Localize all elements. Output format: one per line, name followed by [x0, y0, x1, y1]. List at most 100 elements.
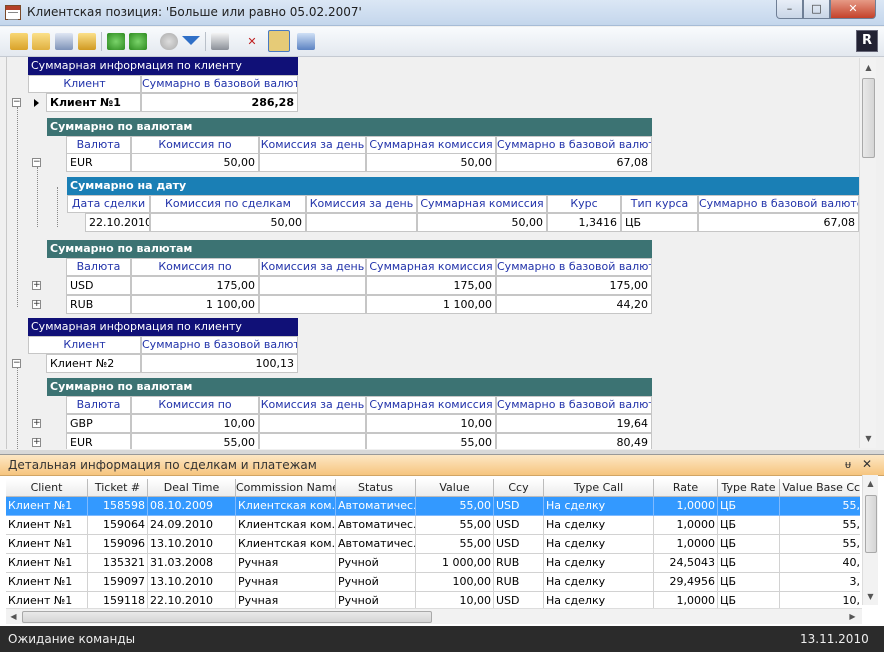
column-header-day-commission[interactable]: Комиссия за день [306, 195, 417, 213]
day-commission-cell[interactable] [306, 213, 417, 232]
client1-name[interactable]: Клиент №1 [46, 93, 141, 112]
cell-ccy[interactable]: USD [494, 516, 544, 535]
cell-type-rate[interactable]: ЦБ [718, 573, 780, 592]
cell-type-rate[interactable]: ЦБ [718, 535, 780, 554]
scroll-up-icon[interactable]: ▲ [864, 477, 877, 490]
day-commission-cell[interactable] [259, 153, 366, 172]
column-header-deal-date[interactable]: Дата сделки [67, 195, 150, 213]
clear-filter-icon[interactable]: ✕ [243, 33, 261, 50]
day-commission-cell[interactable] [259, 295, 366, 314]
rate-type-cell[interactable]: ЦБ [621, 213, 698, 232]
base-sum-cell[interactable]: 67,08 [496, 153, 652, 172]
cell-type-rate[interactable]: ЦБ [718, 497, 780, 516]
cell-type-call[interactable]: На сделку [544, 516, 654, 535]
folder-icon[interactable] [32, 33, 50, 50]
scroll-thumb[interactable] [22, 611, 432, 623]
total-commission-cell[interactable]: 1 100,00 [366, 295, 496, 314]
expand-usd-icon[interactable]: + [32, 281, 41, 290]
column-header-base-sum[interactable]: Суммарно в базовой валюте [496, 396, 652, 414]
cell-commission-name[interactable]: Клиентская ком... [236, 535, 336, 554]
base-sum-cell[interactable]: 175,00 [496, 276, 652, 295]
column-header-ticket[interactable]: Ticket # [88, 479, 148, 497]
cell-value[interactable]: 100,00 [416, 573, 494, 592]
base-sum-cell[interactable]: 19,64 [496, 414, 652, 433]
column-header-currency[interactable]: Валюта [66, 258, 131, 276]
scroll-thumb[interactable] [862, 78, 875, 158]
cell-status[interactable]: Ручной [336, 573, 416, 592]
refresh-icon[interactable] [107, 33, 125, 50]
export-icon[interactable] [297, 33, 315, 50]
cell-value[interactable]: 1 000,00 [416, 554, 494, 573]
column-header-type-call[interactable]: Type Call [544, 479, 654, 497]
cell-deal-time[interactable]: 13.10.2010 [148, 535, 236, 554]
cell-ticket[interactable]: 158598 [88, 497, 148, 516]
cell-ticket[interactable]: 159096 [88, 535, 148, 554]
cell-rate[interactable]: 1,0000 [654, 535, 718, 554]
cell-value-base[interactable]: 40,8 [780, 554, 860, 573]
cell-ticket[interactable]: 135321 [88, 554, 148, 573]
cell-value-base[interactable]: 3,3 [780, 573, 860, 592]
client2-base-sum[interactable]: 100,13 [141, 354, 298, 373]
filter-icon[interactable] [182, 36, 200, 45]
currency-cell[interactable]: USD [66, 276, 131, 295]
client1-base-sum[interactable]: 286,28 [141, 93, 298, 112]
new-folder-icon[interactable] [78, 33, 96, 50]
client2-name[interactable]: Клиент №2 [46, 354, 141, 373]
cell-client[interactable]: Клиент №1 [6, 516, 88, 535]
cell-type-call[interactable]: На сделку [544, 573, 654, 592]
cell-client[interactable]: Клиент №1 [6, 554, 88, 573]
cell-client[interactable]: Клиент №1 [6, 573, 88, 592]
cell-rate[interactable]: 1,0000 [654, 497, 718, 516]
column-header-commission[interactable]: Комиссия по [131, 396, 259, 414]
total-commission-cell[interactable]: 50,00 [366, 153, 496, 172]
layout-icon[interactable] [55, 33, 73, 50]
cell-type-rate[interactable]: ЦБ [718, 516, 780, 535]
column-header-client[interactable]: Клиент [28, 336, 141, 354]
column-header-base-sum[interactable]: Суммарно в базовой валюте [496, 136, 652, 154]
cell-type-rate[interactable]: ЦБ [718, 554, 780, 573]
column-header-base-sum[interactable]: Суммарно в базовой валюте [698, 195, 859, 213]
cell-ticket[interactable]: 159097 [88, 573, 148, 592]
cell-status[interactable]: Автоматичес... [336, 497, 416, 516]
total-commission-cell[interactable]: 175,00 [366, 276, 496, 295]
column-header-total-commission[interactable]: Суммарная комиссия [366, 396, 496, 414]
column-header-currency[interactable]: Валюта [66, 396, 131, 414]
cell-commission-name[interactable]: Клиентская ком... [236, 497, 336, 516]
column-header-rate[interactable]: Rate [654, 479, 718, 497]
scroll-right-icon[interactable]: ▶ [846, 610, 859, 623]
open-folder-icon[interactable] [10, 33, 28, 50]
commission-cell[interactable]: 1 100,00 [131, 295, 259, 314]
deal-commission-cell[interactable]: 50,00 [150, 213, 306, 232]
cell-value-base[interactable]: 55,0 [780, 516, 860, 535]
tree-vertical-scrollbar[interactable]: ▲ ▼ [859, 58, 876, 448]
cell-ccy[interactable]: USD [494, 497, 544, 516]
cell-deal-time[interactable]: 08.10.2009 [148, 497, 236, 516]
cell-value-base[interactable]: 55,0 [780, 535, 860, 554]
cell-value[interactable]: 55,00 [416, 497, 494, 516]
day-commission-cell[interactable] [259, 414, 366, 433]
collapse-eur-icon[interactable]: − [32, 158, 41, 167]
column-header-base-sum[interactable]: Суммарно в базовой валюте [141, 75, 298, 93]
scroll-down-icon[interactable]: ▼ [862, 432, 875, 445]
expand-eur-icon[interactable]: + [32, 438, 41, 447]
expand-gbp-icon[interactable]: + [32, 419, 41, 428]
collapse-client1-icon[interactable]: − [12, 98, 21, 107]
cell-ccy[interactable]: RUB [494, 554, 544, 573]
column-header-rate[interactable]: Курс [547, 195, 621, 213]
column-header-value-base[interactable]: Value Base Ccy [780, 479, 860, 497]
cell-commission-name[interactable]: Ручная [236, 554, 336, 573]
column-header-day-commission[interactable]: Комиссия за день [259, 258, 366, 276]
column-header-ccy[interactable]: Ccy [494, 479, 544, 497]
pin-icon[interactable]: ᵾ [845, 458, 851, 471]
cell-status[interactable]: Ручной [336, 554, 416, 573]
panel-close-icon[interactable]: ✕ [862, 457, 872, 471]
column-header-total-commission[interactable]: Суммарная комиссия [366, 136, 496, 154]
cell-status[interactable]: Автоматичес... [336, 535, 416, 554]
close-button[interactable]: ✕ [830, 0, 876, 19]
cell-type-call[interactable]: На сделку [544, 554, 654, 573]
column-header-deal-time[interactable]: Deal Time [148, 479, 236, 497]
cell-client[interactable]: Клиент №1 [6, 497, 88, 516]
cell-commission-name[interactable]: Ручная [236, 573, 336, 592]
cell-ccy[interactable]: RUB [494, 573, 544, 592]
cell-deal-time[interactable]: 13.10.2010 [148, 573, 236, 592]
